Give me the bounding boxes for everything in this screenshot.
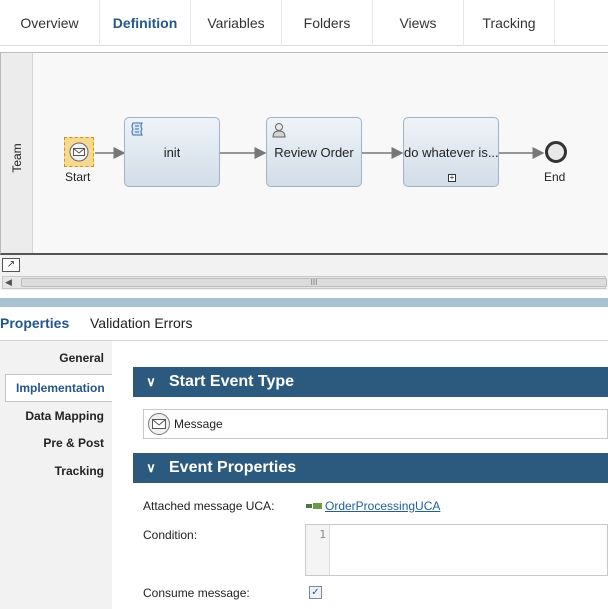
tab-tracking[interactable]: Tracking — [464, 0, 555, 46]
event-type-selector[interactable]: Message — [143, 409, 608, 439]
node-init[interactable]: init — [124, 117, 220, 187]
tab-views[interactable]: Views — [373, 0, 464, 46]
section-start-event-type[interactable]: ∨ Start Event Type — [133, 367, 608, 397]
condition-editor[interactable]: 1 — [305, 524, 608, 576]
start-event-label: Start — [65, 170, 91, 184]
node-label: do whatever is... — [404, 144, 498, 160]
section-title: Start Event Type — [169, 373, 295, 390]
diagram-footer: ↗ ◀ III — [0, 255, 608, 290]
message-event-icon — [148, 413, 170, 435]
properties-sidebar: General Implementation Data Mapping Pre … — [0, 340, 112, 609]
start-message-event[interactable] — [64, 137, 94, 167]
node-subprocess[interactable]: do whatever is... + — [403, 117, 499, 187]
horizontal-scrollbar[interactable]: ◀ III — [2, 276, 607, 289]
expand-subprocess-icon[interactable]: + — [448, 174, 456, 182]
tab-validation-errors[interactable]: Validation Errors — [90, 315, 192, 331]
chevron-down-icon: ∨ — [146, 374, 156, 389]
tab-overview[interactable]: Overview — [0, 0, 100, 46]
sidebar-item-implementation[interactable]: Implementation — [5, 374, 112, 402]
node-label: Review Order — [274, 144, 354, 160]
attached-uca-link[interactable]: OrderProcessingUCA — [306, 499, 440, 513]
envelope-icon — [69, 142, 89, 162]
overview-toggle-icon[interactable]: ↗ — [2, 258, 20, 272]
end-event-label: End — [544, 170, 566, 184]
section-title: Event Properties — [169, 459, 297, 476]
scrollbar-grip: III — [310, 278, 318, 287]
event-type-value: Message — [174, 417, 223, 431]
tab-properties[interactable]: Properties — [0, 315, 69, 331]
tab-variables[interactable]: Variables — [191, 0, 282, 46]
node-review-order[interactable]: Review Order — [266, 117, 362, 187]
scrollbar-thumb[interactable]: III — [21, 278, 607, 287]
end-event[interactable] — [545, 141, 567, 163]
sidebar-item-data-mapping[interactable]: Data Mapping — [25, 409, 104, 423]
sidebar-item-tracking[interactable]: Tracking — [55, 464, 104, 478]
section-event-properties[interactable]: ∨ Event Properties — [133, 453, 608, 483]
sidebar-item-general[interactable]: General — [59, 351, 104, 365]
attached-uca-label: Attached message UCA: — [143, 499, 275, 513]
process-diagram[interactable]: Team Start init Review Order do whatever… — [0, 52, 608, 255]
editor-tab-bar: Overview Definition Variables Folders Vi… — [0, 0, 608, 46]
user-task-icon — [272, 122, 286, 141]
sidebar-item-pre-post[interactable]: Pre & Post — [43, 436, 104, 450]
panel-divider[interactable] — [0, 298, 608, 307]
tab-definition[interactable]: Definition — [100, 0, 191, 46]
attached-uca-value: OrderProcessingUCA — [325, 499, 441, 513]
line-number: 1 — [306, 525, 330, 575]
consume-message-label: Consume message: — [143, 586, 250, 600]
condition-label: Condition: — [143, 528, 198, 542]
script-icon — [130, 122, 144, 141]
scroll-left-icon[interactable]: ◀ — [5, 277, 12, 288]
node-label: init — [163, 144, 181, 160]
chevron-down-icon: ∨ — [146, 460, 156, 475]
tab-folders[interactable]: Folders — [282, 0, 373, 46]
consume-message-checkbox[interactable]: ✓ — [309, 586, 322, 599]
properties-content: ∨ Start Event Type Message ∨ Event Prope… — [112, 340, 608, 609]
uca-icon — [306, 499, 322, 513]
properties-tab-bar: Properties Validation Errors — [0, 307, 608, 339]
